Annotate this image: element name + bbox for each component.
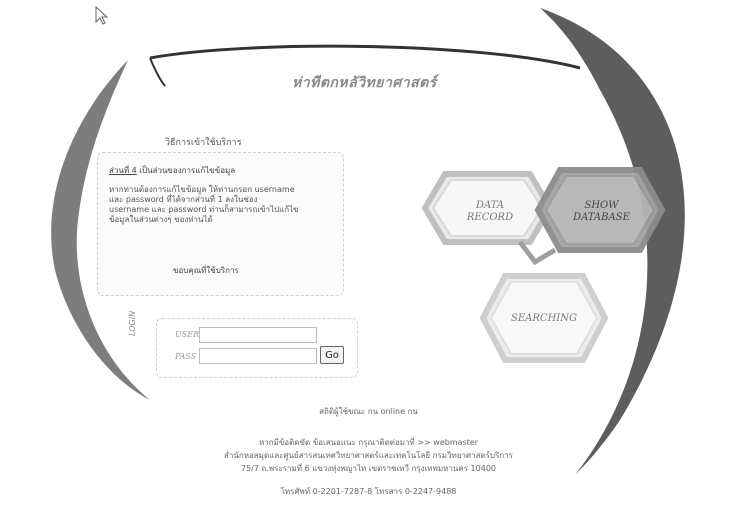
searching-link[interactable]: SEARCHING bbox=[494, 313, 594, 325]
user-input[interactable] bbox=[199, 327, 317, 343]
data-record-link[interactable]: DATA RECORD bbox=[455, 200, 525, 224]
show-database-link[interactable]: SHOW DATABASE bbox=[564, 200, 639, 224]
footer-phone: โทรศัพท์ 0-2201-7287-8 โทรสาร 0-2247-948… bbox=[280, 487, 457, 496]
user-label: USER bbox=[175, 330, 200, 339]
info-panel-subheading: ส่วนที่ 4 เป็นส่วนของการแก้ไขข้อมูล bbox=[109, 164, 235, 177]
password-input[interactable] bbox=[199, 348, 317, 364]
footer-address: 75/7 ถ.พระรามที่ 6 แขวงทุ่งพญาไท เขตราชเ… bbox=[240, 464, 497, 473]
footer-contact: หากมีข้อติดขัด ข้อเสนอแนะ กรุณาติดต่อมาท… bbox=[258, 438, 479, 447]
login-side-label: LOGIN bbox=[128, 310, 137, 336]
info-panel-subheading-rest: เป็นส่วนของการแก้ไขข้อมูล bbox=[136, 166, 236, 175]
info-panel-subheading-prefix: ส่วนที่ 4 bbox=[109, 166, 137, 175]
info-panel-heading: วิธีการเข้าใช้บริการ bbox=[165, 138, 242, 148]
online-users-text: สถิติผู้ใช้ขณะ กน online กน bbox=[319, 407, 418, 416]
mouse-cursor-icon bbox=[95, 6, 109, 25]
page-title: ห่าทีตกหลัวิทยาศาสตร์ bbox=[292, 75, 437, 91]
pass-label: PASS bbox=[175, 352, 197, 361]
info-panel-thanks: ขอบคุณที่ใช้บริการ bbox=[173, 266, 239, 275]
info-panel-body: หากท่านต้องการแก้ไขข้อมูล ให้ท่านกรอก us… bbox=[109, 185, 299, 224]
footer-org: สำนักหอสมุดและศูนย์สารสนเทศวิทยาศาสตร์แล… bbox=[224, 451, 513, 460]
go-button[interactable]: Go bbox=[320, 346, 344, 364]
hexagon-group bbox=[421, 167, 666, 363]
